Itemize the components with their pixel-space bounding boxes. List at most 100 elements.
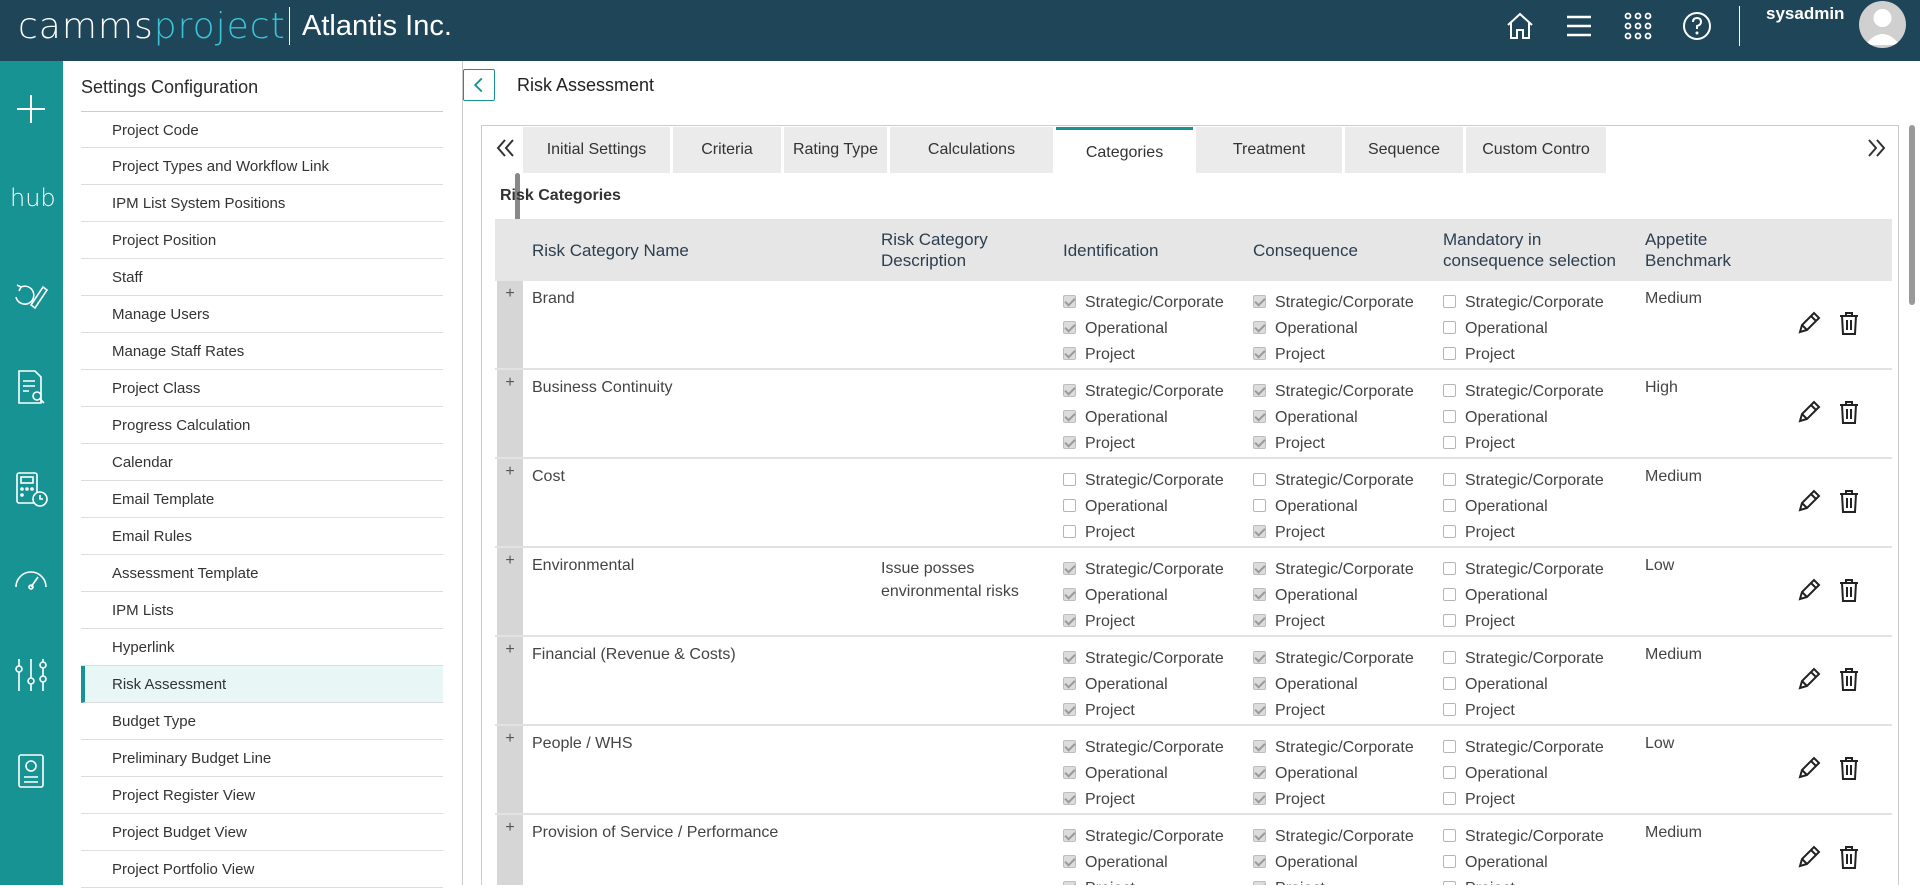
expand-row-button[interactable]: + [497,815,523,885]
settings-item[interactable]: IPM List System Positions [81,185,443,222]
tab-rating-type[interactable]: Rating Type [784,127,887,173]
delete-icon[interactable] [1835,487,1863,515]
report-icon[interactable] [11,751,51,791]
checkbox[interactable] [1253,321,1266,334]
checkbox[interactable] [1443,384,1456,397]
tab-initial-settings[interactable]: Initial Settings [523,127,670,173]
checkbox[interactable] [1063,321,1076,334]
settings-item[interactable]: Project Class [81,370,443,407]
settings-item[interactable]: Project Portfolio View [81,851,443,888]
checkbox[interactable] [1253,525,1266,538]
checkbox[interactable] [1253,436,1266,449]
checkbox[interactable] [1063,588,1076,601]
settings-item[interactable]: Email Template [81,481,443,518]
edit-icon[interactable] [1795,309,1823,337]
checkbox[interactable] [1443,855,1456,868]
checkbox[interactable] [1063,499,1076,512]
checkbox[interactable] [1443,321,1456,334]
checkbox[interactable] [1063,740,1076,753]
checkbox[interactable] [1443,829,1456,842]
checkbox[interactable] [1063,562,1076,575]
checkbox[interactable] [1253,562,1266,575]
col-header-desc[interactable]: Risk Category Description [881,229,988,271]
checkbox[interactable] [1063,829,1076,842]
checkbox[interactable] [1253,740,1266,753]
checkbox[interactable] [1253,651,1266,664]
checkbox[interactable] [1253,703,1266,716]
menu-icon[interactable] [1563,10,1595,42]
checkbox[interactable] [1253,614,1266,627]
delete-icon[interactable] [1835,754,1863,782]
tab-sequence[interactable]: Sequence [1345,127,1463,173]
checkbox[interactable] [1443,473,1456,486]
refresh-edit-icon[interactable] [11,275,51,315]
checkbox[interactable] [1443,703,1456,716]
settings-item[interactable]: Project Position [81,222,443,259]
checkbox[interactable] [1443,347,1456,360]
checkbox[interactable] [1063,703,1076,716]
checkbox[interactable] [1253,881,1266,885]
checkbox[interactable] [1253,473,1266,486]
checkbox[interactable] [1253,295,1266,308]
apps-grid-icon[interactable] [1622,10,1654,42]
edit-icon[interactable] [1795,843,1823,871]
dashboard-gauge-icon[interactable] [11,561,51,601]
edit-icon[interactable] [1795,576,1823,604]
checkbox[interactable] [1443,881,1456,885]
settings-item[interactable]: Progress Calculation [81,407,443,444]
settings-item[interactable]: Budget Type [81,703,443,740]
settings-item[interactable]: IPM Lists [81,592,443,629]
settings-item[interactable]: Hyperlink [81,629,443,666]
tabs-scroll-left-icon[interactable] [490,134,520,164]
expand-row-button[interactable]: + [497,370,523,457]
checkbox[interactable] [1443,588,1456,601]
delete-icon[interactable] [1835,843,1863,871]
checkbox[interactable] [1253,677,1266,690]
tabs-scroll-right-icon[interactable] [1862,134,1892,164]
checkbox[interactable] [1443,766,1456,779]
delete-icon[interactable] [1835,309,1863,337]
settings-item[interactable]: Calendar [81,444,443,481]
col-header-name[interactable]: Risk Category Name [532,240,689,261]
checkbox[interactable] [1063,855,1076,868]
checkbox[interactable] [1063,651,1076,664]
checkbox[interactable] [1253,410,1266,423]
delete-icon[interactable] [1835,398,1863,426]
checkbox[interactable] [1063,792,1076,805]
col-header-mandatory[interactable]: Mandatory in consequence selection [1443,229,1616,271]
calculator-clock-icon[interactable] [11,469,51,509]
checkbox[interactable] [1253,766,1266,779]
checkbox[interactable] [1443,499,1456,512]
settings-item[interactable]: Manage Users [81,296,443,333]
checkbox[interactable] [1253,347,1266,360]
checkbox[interactable] [1443,295,1456,308]
checkbox[interactable] [1443,525,1456,538]
checkbox[interactable] [1063,295,1076,308]
checkbox[interactable] [1443,436,1456,449]
edit-icon[interactable] [1795,665,1823,693]
tab-categories[interactable]: Categories [1056,127,1193,173]
checkbox[interactable] [1443,651,1456,664]
checkbox[interactable] [1253,829,1266,842]
settings-item[interactable]: Project Types and Workflow Link [81,148,443,185]
checkbox[interactable] [1443,792,1456,805]
checkbox[interactable] [1443,677,1456,690]
checkbox[interactable] [1063,677,1076,690]
brand-logo[interactable]: cammsproject [18,6,286,47]
settings-item[interactable]: Manage Staff Rates [81,333,443,370]
settings-item[interactable]: Project Register View [81,777,443,814]
checkbox[interactable] [1253,588,1266,601]
edit-icon[interactable] [1795,398,1823,426]
checkbox[interactable] [1063,881,1076,885]
settings-item[interactable]: Project Code [81,111,443,148]
checkbox[interactable] [1063,410,1076,423]
expand-row-button[interactable]: + [497,726,523,813]
checkbox[interactable] [1063,347,1076,360]
main-scrollbar[interactable] [1909,125,1915,305]
settings-item[interactable]: Risk Assessment [81,666,443,703]
settings-item[interactable]: Email Rules [81,518,443,555]
edit-icon[interactable] [1795,754,1823,782]
delete-icon[interactable] [1835,665,1863,693]
expand-row-button[interactable]: + [497,459,523,546]
username[interactable]: sysadmin [1766,4,1844,24]
